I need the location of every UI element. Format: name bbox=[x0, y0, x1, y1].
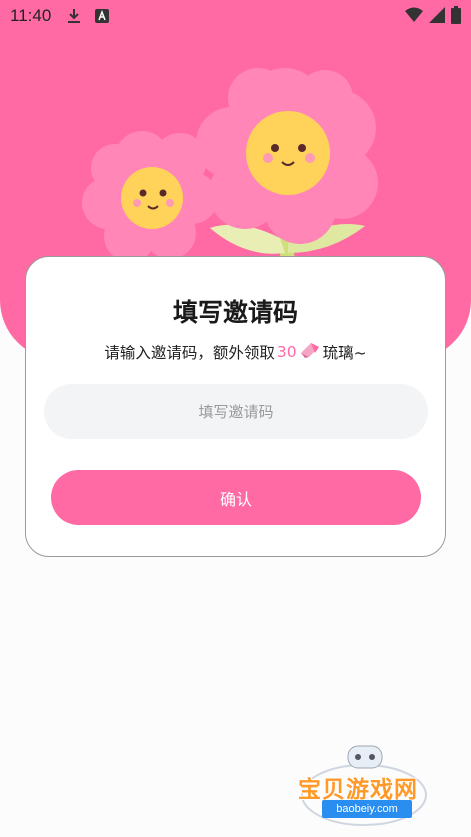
status-bar: 11:40 bbox=[0, 0, 471, 32]
battery-icon bbox=[451, 6, 461, 29]
invite-code-card: 填写邀请码 请输入邀请码，额外领取 30 琉璃~ 确认 bbox=[25, 256, 446, 557]
wifi-icon bbox=[405, 7, 423, 28]
flower-illustration bbox=[82, 68, 378, 268]
signal-icon bbox=[429, 7, 445, 28]
confirm-button[interactable]: 确认 bbox=[51, 470, 421, 525]
watermark-text: 宝贝游戏网 bbox=[298, 777, 418, 803]
subtitle-prefix: 请输入邀请码，额外领取 bbox=[104, 344, 275, 362]
card-title: 填写邀请码 bbox=[172, 298, 298, 327]
download-icon bbox=[67, 8, 81, 24]
subtitle-suffix: 琉璃~ bbox=[322, 344, 367, 362]
crystal-icon bbox=[299, 341, 321, 363]
font-a-icon bbox=[95, 9, 110, 23]
card-subtitle: 请输入邀请码，额外领取 30 琉璃~ bbox=[26, 341, 445, 363]
status-right bbox=[405, 6, 461, 29]
status-time: 11:40 bbox=[10, 6, 52, 25]
reward-amount: 30 bbox=[276, 343, 297, 361]
invite-code-input[interactable] bbox=[44, 384, 428, 439]
watermark-logo: 宝贝游戏网 baobeiy.com bbox=[292, 740, 442, 832]
watermark-url: baobeiy.com bbox=[322, 800, 412, 818]
